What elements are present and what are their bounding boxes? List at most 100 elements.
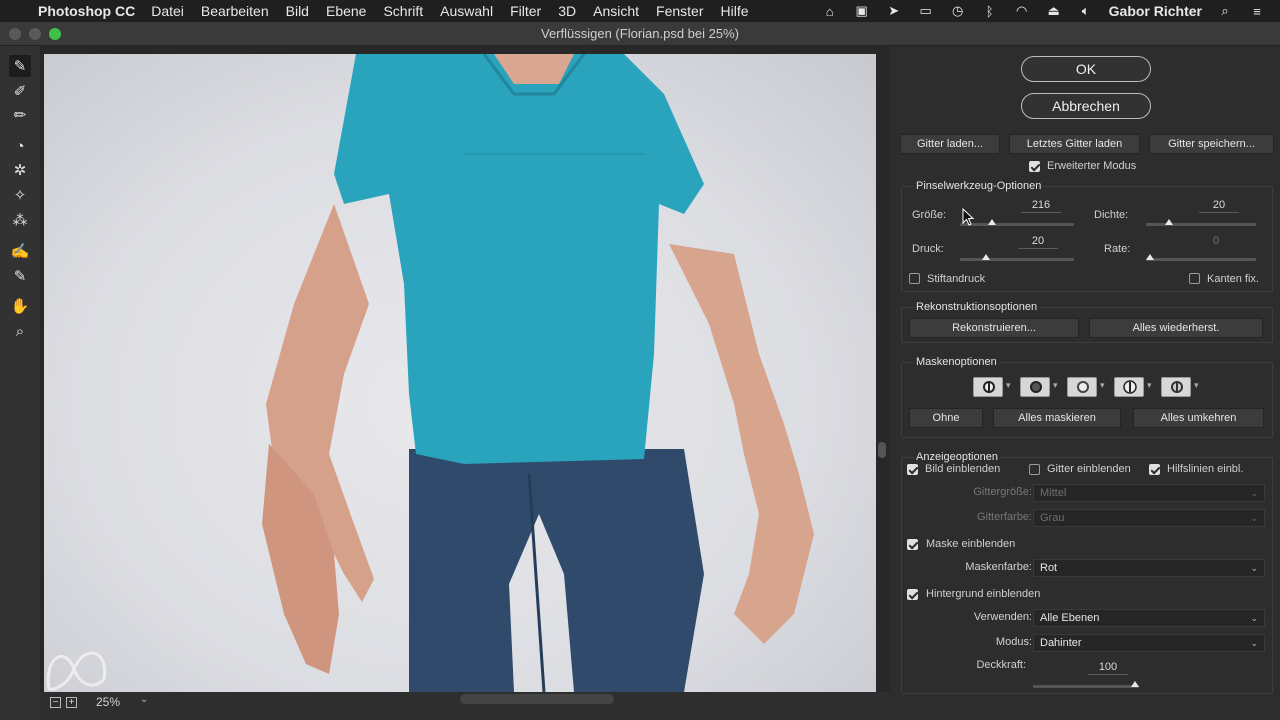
pin-edges-checkbox[interactable]	[1189, 273, 1200, 284]
bloat-tool-icon[interactable]: ✧	[9, 184, 31, 206]
menu-filter[interactable]: Filter	[510, 3, 541, 19]
wifi-icon[interactable]: ◠	[1013, 3, 1031, 18]
brush-pressure-slider[interactable]	[960, 254, 1074, 261]
slider-thumb[interactable]	[982, 254, 990, 260]
zoom-out-button[interactable]: −	[50, 697, 61, 708]
zoom-window-button[interactable]	[49, 28, 61, 40]
twirl-tool-icon[interactable]: ◔	[9, 135, 31, 157]
mesh-size-value: Mittel	[1040, 487, 1067, 499]
brush-size-slider[interactable]	[960, 219, 1074, 226]
chevron-down-icon[interactable]: ▾	[1100, 380, 1105, 391]
battery-icon[interactable]: ▭	[917, 3, 935, 18]
zoom-tool-icon[interactable]: ⌕	[9, 320, 31, 342]
disk-icon[interactable]: ▣	[853, 3, 871, 18]
photo-person-image	[262, 54, 814, 692]
show-mesh-checkbox[interactable]	[1029, 464, 1040, 475]
slider-thumb[interactable]	[1131, 681, 1139, 687]
slider-thumb[interactable]	[1165, 219, 1173, 225]
chevron-down-icon[interactable]: ▾	[1147, 380, 1152, 391]
zoom-in-button[interactable]: +	[66, 697, 77, 708]
mask-none-button[interactable]: Ohne	[909, 408, 983, 428]
brush-size-input[interactable]: 216	[1021, 199, 1061, 213]
slider-thumb[interactable]	[988, 219, 996, 225]
opacity-input[interactable]: 100	[1088, 661, 1128, 675]
chevron-down-icon[interactable]: ▾	[1006, 380, 1011, 391]
zoom-level[interactable]: 25%	[96, 695, 120, 709]
mask-add-icon[interactable]	[1020, 377, 1050, 397]
mask-intersect-icon[interactable]	[1114, 377, 1144, 397]
push-left-tool-icon[interactable]: ⁂	[9, 209, 31, 231]
load-mesh-button[interactable]: Gitter laden...	[900, 134, 1000, 154]
show-image-checkbox[interactable]	[907, 464, 918, 475]
menu-3d[interactable]: 3D	[558, 3, 576, 19]
show-guides-checkbox[interactable]	[1149, 464, 1160, 475]
menu-fenster[interactable]: Fenster	[656, 3, 703, 19]
stylus-pressure-checkbox[interactable]	[909, 273, 920, 284]
mask-replace-icon[interactable]	[973, 377, 1003, 397]
thaw-mask-tool-icon[interactable]: ✎	[9, 265, 31, 287]
mesh-size-select[interactable]: Mittel ⌄	[1033, 484, 1265, 502]
image-preview[interactable]	[44, 54, 876, 692]
app-name-menu[interactable]: Photoshop CC	[38, 3, 135, 19]
mode-select[interactable]: Dahinter ⌄	[1033, 634, 1265, 652]
minimize-window-button[interactable]	[29, 28, 41, 40]
show-guides-label: Hilfslinien einbl.	[1167, 463, 1244, 475]
user-name[interactable]: Gabor Richter	[1109, 3, 1202, 19]
close-window-button[interactable]	[9, 28, 21, 40]
mask-color-select[interactable]: Rot ⌄	[1033, 559, 1265, 577]
menu-bearbeiten[interactable]: Bearbeiten	[201, 3, 269, 19]
bluetooth-icon[interactable]: ᛒ	[981, 4, 999, 19]
menu-schrift[interactable]: Schrift	[383, 3, 423, 19]
time-machine-icon[interactable]: ◷	[949, 3, 967, 18]
spotlight-search-icon[interactable]: ⌕	[1216, 3, 1234, 18]
home-icon[interactable]: ⌂	[821, 4, 839, 19]
vertical-scrollbar[interactable]	[878, 442, 886, 458]
save-mesh-button[interactable]: Gitter speichern...	[1149, 134, 1274, 154]
mesh-color-select[interactable]: Grau ⌄	[1033, 509, 1265, 527]
view-options-title: Anzeigeoptionen	[914, 451, 1000, 463]
forward-warp-tool-icon[interactable]: ✎	[9, 55, 31, 77]
menu-hilfe[interactable]: Hilfe	[721, 3, 749, 19]
use-layers-select[interactable]: Alle Ebenen ⌄	[1033, 609, 1265, 627]
volume-icon[interactable]: 🔈︎	[1077, 3, 1095, 18]
tool-column: ✎ ✐ ✏ ◔ ✲ ✧ ⁂ ✍ ✎ ✋ ⌕	[0, 46, 40, 720]
eject-icon[interactable]: ⏏	[1045, 3, 1063, 18]
show-mask-checkbox[interactable]	[907, 539, 918, 550]
menu-ansicht[interactable]: Ansicht	[593, 3, 639, 19]
restore-all-button[interactable]: Alles wiederherst.	[1089, 318, 1263, 338]
brush-rate-slider[interactable]	[1146, 254, 1256, 261]
canvas-status-bar: − + 25% ⌄	[40, 692, 890, 720]
chevron-down-icon[interactable]: ▾	[1194, 380, 1199, 391]
menu-datei[interactable]: Datei	[151, 3, 184, 19]
brush-rate-input[interactable]: 0	[1196, 235, 1236, 249]
menu-auswahl[interactable]: Auswahl	[440, 3, 493, 19]
brush-density-slider[interactable]	[1146, 219, 1256, 226]
chevron-down-icon[interactable]: ▾	[1053, 380, 1058, 391]
opacity-slider[interactable]	[1033, 681, 1139, 688]
freeze-mask-tool-icon[interactable]: ✍	[9, 240, 31, 262]
slider-thumb[interactable]	[1146, 254, 1154, 260]
mask-subtract-icon[interactable]	[1067, 377, 1097, 397]
reconstruct-button[interactable]: Rekonstruieren...	[909, 318, 1079, 338]
advanced-mode-checkbox[interactable]	[1029, 161, 1040, 172]
mask-invert-icon[interactable]	[1161, 377, 1191, 397]
brush-density-label: Dichte:	[1094, 209, 1129, 221]
hand-tool-icon[interactable]: ✋	[9, 295, 31, 317]
ok-button[interactable]: OK	[1021, 56, 1151, 82]
menu-ebene[interactable]: Ebene	[326, 3, 366, 19]
load-last-mesh-button[interactable]: Letztes Gitter laden	[1009, 134, 1140, 154]
send-icon[interactable]: ➤	[885, 3, 903, 18]
mask-all-button[interactable]: Alles maskieren	[993, 408, 1121, 428]
invert-all-button[interactable]: Alles umkehren	[1133, 408, 1264, 428]
horizontal-scrollbar[interactable]	[460, 694, 614, 704]
reconstruct-tool-icon[interactable]: ✐	[9, 80, 31, 102]
brush-pressure-input[interactable]: 20	[1018, 235, 1058, 249]
pucker-tool-icon[interactable]: ✲	[9, 159, 31, 181]
cancel-button[interactable]: Abbrechen	[1021, 93, 1151, 119]
show-backdrop-checkbox[interactable]	[907, 589, 918, 600]
chevron-down-icon[interactable]: ⌄	[140, 694, 148, 705]
notification-list-icon[interactable]: ≡	[1248, 4, 1266, 19]
smooth-tool-icon[interactable]: ✏	[9, 104, 31, 126]
brush-density-input[interactable]: 20	[1199, 199, 1239, 213]
menu-bild[interactable]: Bild	[286, 3, 309, 19]
